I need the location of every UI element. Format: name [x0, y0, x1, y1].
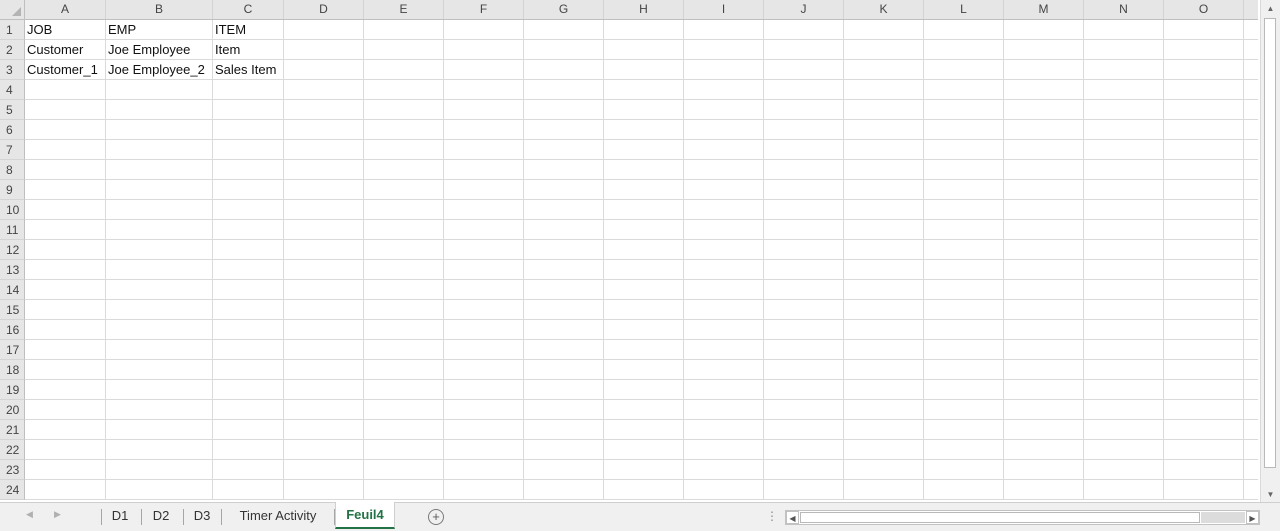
- column-header-g[interactable]: G: [524, 0, 604, 19]
- column-gridline: [923, 20, 924, 500]
- scroll-up-icon[interactable]: ▲: [1263, 1, 1278, 16]
- column-gridline: [1003, 20, 1004, 500]
- row-header-17[interactable]: 17: [0, 340, 25, 360]
- row-header-19[interactable]: 19: [0, 380, 25, 400]
- row-header-20[interactable]: 20: [0, 400, 25, 420]
- row-header-7[interactable]: 7: [0, 140, 25, 160]
- horizontal-scroll-track[interactable]: [1201, 512, 1245, 523]
- column-gridline: [363, 20, 364, 500]
- select-all-button[interactable]: [0, 0, 25, 19]
- sheet-tab-timer-activity[interactable]: Timer Activity: [222, 503, 334, 529]
- cell-c1[interactable]: ITEM: [213, 20, 282, 39]
- row-header-11[interactable]: 11: [0, 220, 25, 240]
- horizontal-scroll-thumb[interactable]: [800, 512, 1200, 523]
- cell-c3[interactable]: Sales Item: [213, 60, 282, 79]
- column-header-l[interactable]: L: [924, 0, 1004, 19]
- column-gridline: [443, 20, 444, 500]
- column-header-e[interactable]: E: [364, 0, 444, 19]
- sheet-tab-d1[interactable]: D1: [102, 503, 138, 529]
- row-header-2[interactable]: 2: [0, 40, 25, 60]
- next-sheet-icon[interactable]: ▶: [54, 509, 61, 520]
- more-options-icon[interactable]: ⋮: [766, 509, 778, 523]
- scroll-down-icon[interactable]: ▼: [1263, 487, 1278, 502]
- row-header-10[interactable]: 10: [0, 200, 25, 220]
- column-header-d[interactable]: D: [284, 0, 364, 19]
- row-header-1[interactable]: 1: [0, 20, 25, 40]
- row-header-15[interactable]: 15: [0, 300, 25, 320]
- row-header-9[interactable]: 9: [0, 180, 25, 200]
- column-header-k[interactable]: K: [844, 0, 924, 19]
- cell-c2[interactable]: Item: [213, 40, 282, 59]
- column-gridline: [212, 20, 213, 500]
- scroll-right-icon[interactable]: ▶: [1246, 511, 1259, 524]
- cell-a3[interactable]: Customer_1: [25, 60, 104, 79]
- sheet-tab-d2[interactable]: D2: [142, 503, 180, 529]
- column-header-f[interactable]: F: [444, 0, 524, 19]
- column-gridline: [843, 20, 844, 500]
- column-gridline: [1083, 20, 1084, 500]
- column-header-m[interactable]: M: [1004, 0, 1084, 19]
- column-header-n[interactable]: N: [1084, 0, 1164, 19]
- row-header-5[interactable]: 5: [0, 100, 25, 120]
- select-all-triangle-icon: [12, 7, 21, 16]
- add-sheet-icon[interactable]: +: [428, 509, 444, 525]
- row-header-16[interactable]: 16: [0, 320, 25, 340]
- row-header-3[interactable]: 3: [0, 60, 25, 80]
- row-header-8[interactable]: 8: [0, 160, 25, 180]
- cell-b1[interactable]: EMP: [106, 20, 211, 39]
- column-header-a[interactable]: A: [25, 0, 106, 19]
- column-gridline: [283, 20, 284, 500]
- row-header-22[interactable]: 22: [0, 440, 25, 460]
- column-header-b[interactable]: B: [106, 0, 213, 19]
- column-gridline: [1243, 20, 1244, 500]
- cell-b3[interactable]: Joe Employee_2: [106, 60, 211, 79]
- sheet-tab-feuil4[interactable]: Feuil4: [335, 502, 395, 529]
- vertical-scroll-thumb[interactable]: [1264, 18, 1276, 468]
- vertical-scrollbar[interactable]: ▲ ▼: [1260, 0, 1280, 505]
- scroll-left-icon[interactable]: ◀: [786, 511, 799, 524]
- column-header-c[interactable]: C: [213, 0, 284, 19]
- column-gridline: [763, 20, 764, 500]
- row-header-6[interactable]: 6: [0, 120, 25, 140]
- spreadsheet-grid[interactable]: ABCDEFGHIJKLMNO 1 2 3 4 5 6 7 8 9 10 11 12 13 14 15 16 1…: [0, 0, 1258, 500]
- column-gridline: [523, 20, 524, 500]
- cell-a2[interactable]: Customer: [25, 40, 104, 59]
- column-gridline: [683, 20, 684, 500]
- column-gridline: [1163, 20, 1164, 500]
- column-header-i[interactable]: I: [684, 0, 764, 19]
- cell-b2[interactable]: Joe Employee: [106, 40, 211, 59]
- column-header-h[interactable]: H: [604, 0, 684, 19]
- column-header-row: ABCDEFGHIJKLMNO: [0, 0, 1258, 20]
- horizontal-scrollbar[interactable]: ◀ ▶: [785, 510, 1260, 525]
- row-header-24[interactable]: 24: [0, 480, 25, 500]
- row-header-18[interactable]: 18: [0, 360, 25, 380]
- sheet-tab-d3[interactable]: D3: [184, 503, 220, 529]
- prev-sheet-icon[interactable]: ◀: [26, 509, 33, 520]
- row-header-14[interactable]: 14: [0, 280, 25, 300]
- column-gridline: [603, 20, 604, 500]
- cell-a1[interactable]: JOB: [25, 20, 104, 39]
- row-header-23[interactable]: 23: [0, 460, 25, 480]
- sheet-tab-bar: ◀ ▶ D1 D2 D3 Timer Activity Feuil4 + ⋮ ◀ ▶: [0, 502, 1280, 531]
- row-header-12[interactable]: 12: [0, 240, 25, 260]
- column-gridline: [105, 20, 106, 500]
- row-header-13[interactable]: 13: [0, 260, 25, 280]
- row-header-21[interactable]: 21: [0, 420, 25, 440]
- row-header-4[interactable]: 4: [0, 80, 25, 100]
- column-header-j[interactable]: J: [764, 0, 844, 19]
- column-header-o[interactable]: O: [1164, 0, 1244, 19]
- cell-area[interactable]: [25, 20, 1258, 500]
